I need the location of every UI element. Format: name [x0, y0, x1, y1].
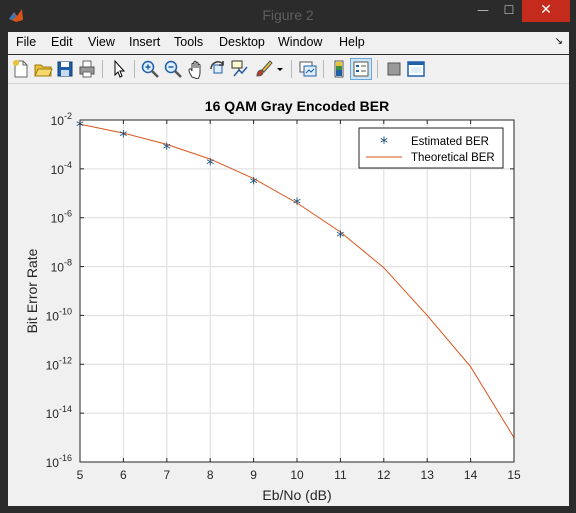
estimated-ber-marker: * — [250, 173, 258, 192]
y-tick-label: 10-8 — [51, 258, 72, 275]
legend-label-theoretical: Theoretical BER — [411, 152, 495, 164]
x-tick-label: 8 — [207, 468, 214, 482]
figure-window: Figure 2 — ☐ ✕ File Edit View Insert Too… — [0, 0, 576, 513]
open-file-icon[interactable] — [33, 59, 53, 79]
x-tick-label: 5 — [77, 468, 84, 482]
y-tick-label: 10-4 — [51, 160, 72, 177]
toolbar-separator — [377, 60, 378, 78]
show-plot-tools-icon[interactable] — [406, 59, 426, 79]
hide-plot-tools-icon[interactable] — [384, 59, 404, 79]
close-button[interactable]: ✕ — [522, 0, 570, 22]
x-tick-label: 14 — [464, 468, 478, 482]
x-tick-label: 6 — [120, 468, 127, 482]
menu-file[interactable]: File — [16, 35, 36, 49]
legend-marker-estimated: * — [380, 133, 388, 152]
chart-title: 16 QAM Gray Encoded BER — [205, 98, 389, 114]
y-tick-label: 10-12 — [46, 355, 72, 372]
y-tick-label: 10-16 — [46, 453, 72, 470]
y-axis-label: Bit Error Rate — [24, 248, 40, 333]
pan-hand-icon[interactable] — [186, 59, 206, 79]
y-tick-label: 10-2 — [51, 111, 72, 128]
toolbar-separator — [291, 60, 292, 78]
menu-window[interactable]: Window — [278, 35, 322, 49]
toolbar-separator — [323, 60, 324, 78]
y-tick-label: 10-6 — [51, 209, 72, 226]
menu-insert[interactable]: Insert — [129, 35, 160, 49]
estimated-ber-marker: * — [119, 126, 127, 145]
x-tick-label: 13 — [421, 468, 435, 482]
x-tick-label: 7 — [163, 468, 170, 482]
menu-tools[interactable]: Tools — [174, 35, 203, 49]
y-tick-label: 10-14 — [46, 404, 72, 421]
legend[interactable]: * Estimated BER Theoretical BER — [358, 127, 504, 169]
brush-dropdown-icon[interactable] — [275, 59, 285, 79]
figure-toolbar — [8, 55, 569, 84]
print-icon[interactable] — [77, 59, 97, 79]
dock-figure-icon[interactable]: ↘ — [555, 36, 563, 47]
y-tick-label: 10-10 — [46, 306, 72, 323]
link-plot-icon[interactable] — [298, 59, 318, 79]
new-figure-icon[interactable] — [11, 59, 31, 79]
zoom-in-icon[interactable] — [140, 59, 160, 79]
menu-bar: File Edit View Insert Tools Desktop Wind… — [8, 32, 569, 54]
estimated-ber-marker: * — [206, 155, 214, 174]
x-axis-label: Eb/No (dB) — [262, 487, 331, 503]
x-tick-label: 12 — [377, 468, 391, 482]
menu-view[interactable]: View — [88, 35, 115, 49]
maximize-button[interactable]: ☐ — [496, 0, 522, 22]
insert-colorbar-icon[interactable] — [329, 59, 349, 79]
x-tick-label: 10 — [290, 468, 304, 482]
minimize-button[interactable]: — — [470, 0, 496, 22]
rotate-3d-icon[interactable] — [208, 59, 228, 79]
estimated-ber-marker: * — [293, 194, 301, 213]
legend-label-estimated: Estimated BER — [411, 136, 489, 148]
menu-help[interactable]: Help — [339, 35, 365, 49]
x-tick-label: 15 — [507, 468, 521, 482]
toolbar-separator — [102, 60, 103, 78]
brush-icon[interactable] — [253, 59, 273, 79]
x-tick-label: 9 — [250, 468, 257, 482]
data-cursor-icon[interactable] — [230, 59, 250, 79]
edit-plot-arrow-icon[interactable] — [109, 59, 129, 79]
estimated-ber-marker: * — [163, 139, 171, 158]
save-icon[interactable] — [55, 59, 75, 79]
estimated-ber-marker: * — [336, 227, 344, 246]
x-tick-label: 11 — [334, 468, 347, 482]
zoom-out-icon[interactable] — [163, 59, 183, 79]
figure-canvas: * * * * * * * 5 6 7 8 9 10 11 12 13 14 15 10-2 10-4 10-6 10-… — [8, 84, 569, 506]
menu-desktop[interactable]: Desktop — [219, 35, 265, 49]
ber-plot: * * * * * * * 5 6 7 8 9 10 11 12 13 14 15 10-2 10-4 10-6 10-… — [24, 98, 521, 503]
menu-edit[interactable]: Edit — [51, 35, 73, 49]
insert-legend-icon[interactable] — [350, 58, 372, 80]
title-bar[interactable]: Figure 2 — ☐ ✕ — [0, 0, 576, 30]
toolbar-separator — [134, 60, 135, 78]
